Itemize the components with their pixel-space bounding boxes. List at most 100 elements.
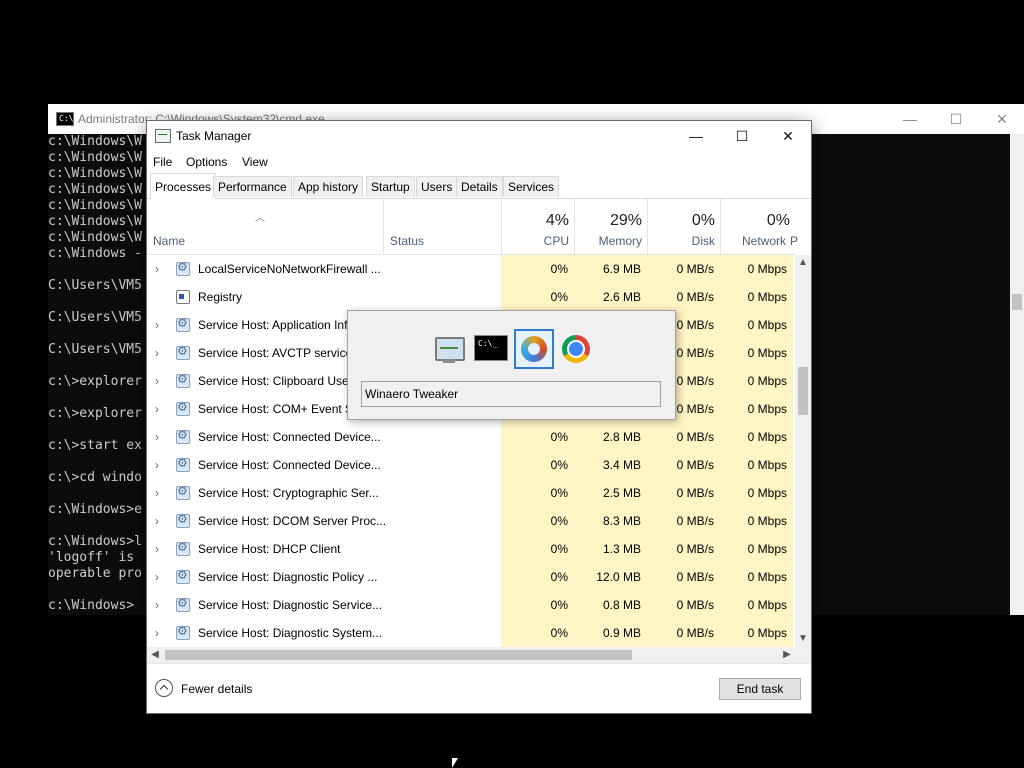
vertical-scrollbar[interactable]: ▲ ▼ xyxy=(795,255,811,647)
column-name[interactable]: ︿ Name xyxy=(147,199,383,254)
cmd-scrollbar-thumb[interactable] xyxy=(1012,294,1022,310)
tm-title-bar[interactable]: Task Manager — ☐ ✕ xyxy=(147,121,811,151)
network-value: 0 Mbps xyxy=(720,507,793,535)
table-row[interactable]: › Service Host: DCOM Server Proc... 0%8.3 … xyxy=(147,507,795,535)
service-host-icon xyxy=(176,596,190,612)
table-row[interactable]: › Service Host: Diagnostic Policy ... 0%12… xyxy=(147,563,795,591)
process-name: Service Host: AVCTP service xyxy=(198,346,353,360)
tab-details[interactable]: Details xyxy=(456,176,503,197)
scroll-left-icon[interactable]: ◀ xyxy=(147,647,163,663)
table-row[interactable]: › Service Host: DHCP Client 0%1.3 MB0 MB/s… xyxy=(147,535,795,563)
process-name: Service Host: Application Inf xyxy=(198,318,348,332)
menu-options[interactable]: Options xyxy=(186,155,227,169)
tab-performance[interactable]: Performance xyxy=(213,176,292,197)
chevron-right-icon[interactable]: › xyxy=(155,486,165,500)
chevron-right-icon[interactable]: › xyxy=(155,318,165,332)
service-host-icon xyxy=(176,260,190,276)
disk-value: 0 MB/s xyxy=(647,535,720,563)
close-icon[interactable]: ✕ xyxy=(982,108,1022,130)
chevron-right-icon[interactable]: › xyxy=(155,626,165,640)
column-disk[interactable]: 0% Disk xyxy=(647,199,721,254)
disk-total: 0% xyxy=(691,212,715,229)
column-cpu[interactable]: 4% CPU xyxy=(501,199,575,254)
footer: Fewer details End task xyxy=(147,663,811,713)
table-row[interactable]: › Service Host: Cryptographic Ser... 0%2.5… xyxy=(147,479,795,507)
tab-users[interactable]: Users xyxy=(416,176,458,197)
cpu-value: 0% xyxy=(501,451,574,479)
menu-view[interactable]: View xyxy=(242,155,268,169)
tab-processes[interactable]: Processes xyxy=(150,173,217,199)
horizontal-scrollbar[interactable]: ◀ ▶ xyxy=(147,647,811,663)
service-host-icon xyxy=(176,540,190,556)
fewer-details-label: Fewer details xyxy=(181,682,253,696)
disk-value: 0 MB/s xyxy=(647,255,720,283)
maximize-icon[interactable]: ☐ xyxy=(936,108,976,130)
minimize-icon[interactable]: — xyxy=(673,121,719,151)
menu-file[interactable]: File xyxy=(153,155,172,169)
column-status[interactable]: Status xyxy=(383,199,502,254)
chevron-right-icon[interactable]: › xyxy=(155,514,165,528)
service-host-icon xyxy=(176,316,190,332)
menu-bar: File Options View xyxy=(147,151,811,173)
cmd-scrollbar[interactable] xyxy=(1010,134,1024,615)
cpu-total: 4% xyxy=(545,212,569,229)
network-value: 0 Mbps xyxy=(720,563,793,591)
network-value: 0 Mbps xyxy=(720,367,793,395)
task-manager-icon[interactable] xyxy=(429,329,469,369)
chevron-right-icon[interactable]: › xyxy=(155,346,165,360)
tab-services[interactable]: Services xyxy=(503,176,560,197)
service-host-icon xyxy=(176,456,190,472)
chevron-right-icon[interactable]: › xyxy=(155,402,165,416)
scroll-right-icon[interactable]: ▶ xyxy=(779,647,795,663)
table-row[interactable]: › Service Host: Diagnostic System... 0%0.9… xyxy=(147,619,795,647)
column-power-label: P xyxy=(789,234,798,248)
network-total: 0% xyxy=(766,212,790,229)
service-host-icon xyxy=(176,400,190,416)
process-name: Service Host: Connected Device... xyxy=(198,430,381,444)
table-row[interactable]: › Service Host: Connected Device... 0%2.8 … xyxy=(147,423,795,451)
chevron-right-icon[interactable]: › xyxy=(155,262,165,276)
process-name: Service Host: Diagnostic Service... xyxy=(198,598,383,612)
memory-total: 29% xyxy=(609,212,642,229)
chevron-right-icon[interactable]: › xyxy=(155,430,165,444)
tab-bar: Processes Performance App history Startu… xyxy=(147,173,811,199)
close-icon[interactable]: ✕ xyxy=(765,121,811,151)
chevron-right-icon[interactable]: › xyxy=(155,374,165,388)
chevron-right-icon[interactable]: › xyxy=(155,570,165,584)
column-memory[interactable]: 29% Memory xyxy=(574,199,648,254)
memory-value: 2.5 MB xyxy=(574,479,647,507)
chevron-up-icon xyxy=(155,679,173,697)
end-task-button[interactable]: End task xyxy=(719,678,801,700)
scroll-up-icon[interactable]: ▲ xyxy=(795,255,811,271)
horizontal-scrollbar-thumb[interactable] xyxy=(165,650,632,660)
table-row[interactable]: › Service Host: Diagnostic Service... 0%0.… xyxy=(147,591,795,619)
network-value: 0 Mbps xyxy=(720,395,793,423)
column-disk-label: Disk xyxy=(691,234,715,248)
memory-value: 12.0 MB xyxy=(574,563,647,591)
cpu-value: 0% xyxy=(501,563,574,591)
column-network[interactable]: 0% Network P xyxy=(720,199,798,254)
table-row[interactable]: Registry 0% 2.6 MB 0 MB/s 0 Mbps xyxy=(147,283,795,311)
cpu-value: 0% xyxy=(501,619,574,647)
table-row[interactable]: › Service Host: Connected Device... 0%3.4 … xyxy=(147,451,795,479)
maximize-icon[interactable]: ☐ xyxy=(719,121,765,151)
network-value: 0 Mbps xyxy=(720,283,793,311)
vertical-scrollbar-thumb[interactable] xyxy=(798,367,808,415)
network-value: 0 Mbps xyxy=(720,619,793,647)
table-row[interactable]: › LocalServiceNoNetworkFirewall ... 0%6.9 … xyxy=(147,255,795,283)
cmd-icon[interactable]: C:\_ xyxy=(471,329,511,369)
process-name: Service Host: Diagnostic System... xyxy=(198,626,383,640)
chevron-right-icon[interactable]: › xyxy=(155,542,165,556)
winaero-tweaker-icon[interactable] xyxy=(514,329,554,369)
chevron-right-icon[interactable]: › xyxy=(155,458,165,472)
tab-startup[interactable]: Startup xyxy=(366,176,415,197)
chrome-icon[interactable] xyxy=(556,329,596,369)
minimize-icon[interactable]: — xyxy=(890,108,930,130)
chevron-right-icon[interactable]: › xyxy=(155,598,165,612)
tab-app-history[interactable]: App history xyxy=(293,176,364,197)
scroll-down-icon[interactable]: ▼ xyxy=(795,631,811,647)
service-host-icon xyxy=(176,624,190,640)
cpu-value: 0% xyxy=(501,479,574,507)
disk-value: 0 MB/s xyxy=(647,479,720,507)
cpu-value: 0% xyxy=(501,255,574,283)
